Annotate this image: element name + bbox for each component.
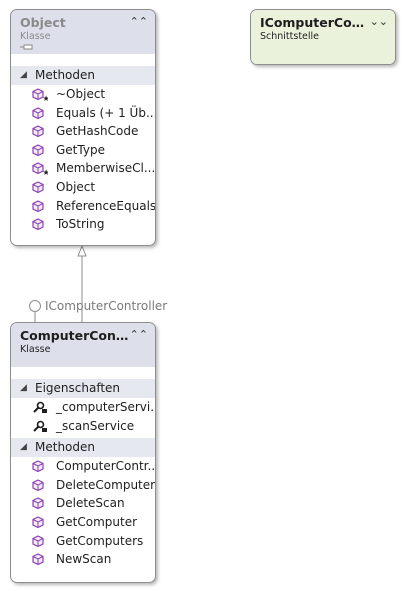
collapse-icon[interactable]: ⌃⌃	[130, 15, 148, 28]
method-row[interactable]: GetComputers	[11, 532, 155, 551]
method-row-label: GetType	[56, 142, 105, 157]
object-methods-list: ★ ~Object Equals (+ 1 Üb... GetHashCode GetT…	[11, 85, 155, 234]
methods-list: ComputerContr... DeleteComputer DeleteScan…	[11, 457, 155, 569]
method-icon	[32, 181, 48, 197]
method-row-label: NewScan	[56, 552, 112, 567]
method-row[interactable]: DeleteComputer	[11, 476, 155, 495]
object-methods-section-label: Methoden	[35, 68, 95, 82]
method-row-label: DeleteScan	[56, 496, 125, 511]
method-row[interactable]: ToString	[11, 215, 155, 234]
method-icon	[32, 460, 48, 476]
method-row-label: DeleteComputer	[56, 477, 155, 492]
interface-box[interactable]: IComputerContr... Schnittstelle ⌄⌄	[250, 9, 396, 65]
method-row[interactable]: ReferenceEquals	[11, 197, 155, 216]
method-row-label: GetComputer	[56, 514, 138, 529]
method-row-label: GetComputers	[56, 533, 144, 548]
methods-section-label: Methoden	[35, 440, 95, 455]
object-methods-section-header[interactable]: ◢ Methoden	[11, 66, 155, 85]
method-row[interactable]: GetType	[11, 141, 155, 160]
method-row[interactable]: ★ ~Object	[11, 85, 155, 104]
method-icon	[32, 516, 48, 532]
collapse-icon[interactable]: ⌃⌃	[130, 328, 148, 341]
method-row[interactable]: NewScan	[11, 550, 155, 569]
method-icon	[32, 125, 48, 141]
computer-controller-class-box[interactable]: ComputerContr... Klasse ⌃⌃ ◢ Eigenschaft…	[10, 322, 156, 583]
collapse-triangle-icon[interactable]: ◢	[20, 66, 27, 85]
property-row-label: _scanService	[56, 418, 135, 433]
method-icon	[32, 534, 48, 551]
method-icon	[32, 144, 48, 160]
method-row[interactable]: GetComputer	[11, 513, 155, 532]
interface-header[interactable]: IComputerContr... Schnittstelle ⌄⌄	[251, 10, 395, 64]
property-row[interactable]: _scanService	[11, 417, 155, 436]
properties-section-header[interactable]: ◢ Eigenschaften	[11, 379, 155, 398]
method-icon	[32, 497, 48, 513]
protected-method-icon: ★	[32, 162, 50, 178]
method-row-label: Object	[56, 179, 96, 194]
computer-controller-header[interactable]: ComputerContr... Klasse ⌃⌃	[11, 323, 155, 367]
private-property-icon	[32, 420, 48, 436]
collapse-triangle-icon[interactable]: ◢	[20, 379, 27, 398]
property-row[interactable]: _computerServi...	[11, 398, 155, 417]
link-icon	[20, 43, 147, 52]
method-row[interactable]: GetHashCode	[11, 122, 155, 141]
interface-title: IComputerContr...	[260, 15, 386, 30]
svg-text:★: ★	[43, 94, 49, 101]
methods-section-header[interactable]: ◢ Methoden	[11, 438, 155, 458]
method-row[interactable]: DeleteScan	[11, 494, 155, 513]
method-row-label: ToString	[56, 217, 105, 232]
method-row-label: ReferenceEquals	[56, 198, 155, 213]
method-row[interactable]: ★ MemberwiseCl...	[11, 159, 155, 178]
properties-section-label: Eigenschaften	[35, 381, 121, 395]
interface-kind: Schnittstelle	[260, 31, 320, 42]
object-class-title: Object	[20, 15, 66, 30]
method-icon	[32, 199, 48, 216]
method-icon	[32, 479, 48, 495]
svg-text:★: ★	[43, 168, 49, 175]
method-row-label: MemberwiseCl...	[56, 161, 155, 176]
method-row-label: ~Object	[56, 87, 106, 101]
computer-controller-kind: Klasse	[20, 344, 51, 355]
private-property-icon	[32, 401, 48, 417]
method-row-label: ComputerContr...	[56, 459, 155, 474]
method-icon	[32, 106, 48, 123]
computer-controller-title: ComputerContr...	[20, 328, 141, 343]
method-icon	[32, 218, 48, 234]
inheritance-arrowhead	[77, 244, 87, 257]
properties-list: _computerServi... _scanService	[11, 398, 155, 435]
lollipop-label: IComputerController	[45, 299, 168, 313]
method-icon	[32, 553, 48, 569]
method-row[interactable]: Equals (+ 1 Üb...	[11, 104, 155, 123]
object-class-header[interactable]: Object Klasse ⌃⌃	[11, 10, 155, 54]
collapse-triangle-icon[interactable]: ◢	[20, 438, 27, 457]
object-class-box[interactable]: Object Klasse ⌃⌃ ◢ Methoden ★ ~Object Equa…	[10, 9, 156, 246]
method-row-label: GetHashCode	[56, 124, 139, 139]
lollipop-circle	[29, 300, 41, 312]
method-row-label: Equals (+ 1 Üb...	[56, 105, 155, 120]
expand-icon[interactable]: ⌄⌄	[370, 15, 388, 28]
protected-method-icon: ★	[32, 88, 50, 104]
method-row[interactable]: ComputerContr...	[11, 457, 155, 476]
property-row-label: _computerServi...	[56, 400, 155, 414]
method-row[interactable]: Object	[11, 178, 155, 197]
object-class-kind: Klasse	[20, 31, 51, 42]
